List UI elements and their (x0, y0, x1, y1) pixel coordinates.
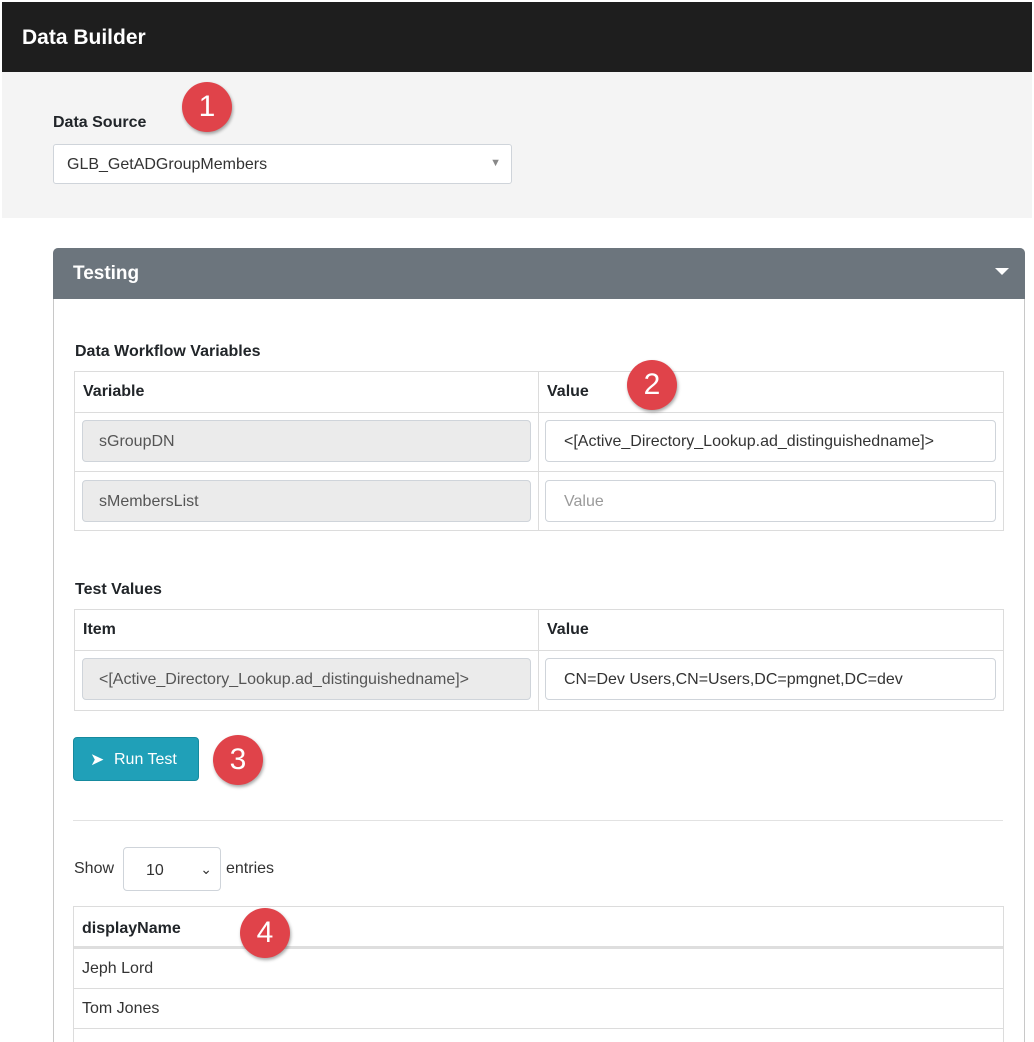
app-header: Data Builder (2, 2, 1032, 72)
table-row[interactable]: Tom Jones (74, 989, 1003, 1029)
test-values-header-value: Value (539, 610, 1003, 651)
run-test-button[interactable]: ➤ Run Test (73, 737, 199, 781)
variable-name-sgroupdn: sGroupDN (82, 420, 531, 462)
data-source-select[interactable]: GLB_GetADGroupMembers ▼ (53, 144, 512, 184)
variable-name-smemberslist: sMembersList (82, 480, 531, 522)
results-table: displayName Jeph Lord Tom Jones (73, 906, 1004, 1042)
test-values-title: Test Values (75, 581, 162, 598)
callout-badge-4: 4 (240, 908, 290, 958)
app-title: Data Builder (22, 26, 146, 49)
test-values-header-item: Item (75, 610, 539, 651)
run-test-label: Run Test (114, 751, 177, 768)
caret-down-icon: ▼ (490, 157, 501, 169)
chevron-down-icon: ⌄ (200, 861, 212, 877)
table-row[interactable]: Jeph Lord (74, 949, 1003, 989)
page-length-value: 10 (146, 862, 164, 879)
variables-header-value: Value (539, 372, 1003, 413)
show-label: Show (74, 860, 115, 877)
collapse-caret-icon[interactable] (995, 268, 1009, 275)
variables-header-variable: Variable (75, 372, 539, 413)
data-source-value: GLB_GetADGroupMembers (67, 156, 268, 173)
callout-badge-1: 1 (182, 82, 232, 132)
paper-plane-icon: ➤ (90, 750, 105, 769)
data-source-label: Data Source (53, 114, 147, 131)
variable-value-input-smemberslist[interactable]: Value (545, 480, 996, 522)
variables-title: Data Workflow Variables (75, 343, 261, 360)
divider (73, 820, 1003, 821)
testing-card-header[interactable]: Testing (53, 248, 1025, 299)
test-value-input[interactable]: CN=Dev Users,CN=Users,DC=pmgnet,DC=dev (545, 658, 996, 700)
data-source-section: Data Source GLB_GetADGroupMembers ▼ (2, 72, 1032, 218)
results-header-displayname[interactable]: displayName (74, 907, 1003, 949)
page-length-select[interactable]: 10 ⌄ (123, 847, 221, 891)
test-item-name: <[Active_Directory_Lookup.ad_distinguish… (82, 658, 531, 700)
callout-badge-2: 2 (627, 360, 677, 410)
callout-badge-3: 3 (213, 735, 263, 785)
testing-title: Testing (73, 263, 140, 284)
entries-label: entries (226, 860, 275, 877)
variable-value-input-sgroupdn[interactable]: <[Active_Directory_Lookup.ad_distinguish… (545, 420, 996, 462)
